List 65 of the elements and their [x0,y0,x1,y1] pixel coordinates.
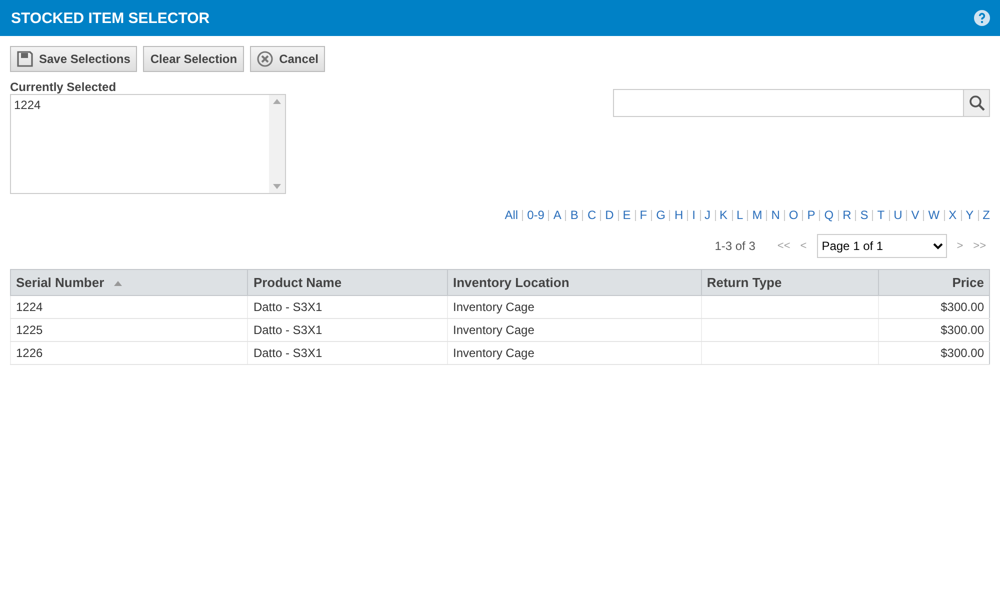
table-cell: Inventory Cage [447,342,702,364]
selected-items-box[interactable]: 1224 [10,94,286,194]
table-cell: 1226 [10,342,248,364]
letter-filter-link[interactable]: P [807,208,816,222]
letter-filter-link[interactable]: All [504,208,518,222]
record-count: 1-3 of 3 [714,239,756,253]
letter-filter-link[interactable]: J [704,208,710,222]
letter-filter-link[interactable]: R [842,208,852,222]
letter-filter-link[interactable]: Z [982,208,990,222]
table-cell: Datto - S3X1 [248,342,448,364]
table-cell: $300.00 [878,318,990,342]
first-page-link[interactable]: << [777,240,790,252]
letter-filter-link[interactable]: Y [966,208,974,222]
letter-filter-link[interactable]: M [752,208,762,222]
column-header[interactable]: Serial Number [10,270,248,296]
column-header[interactable]: Inventory Location [447,270,702,296]
scroll-down-icon[interactable] [273,184,281,189]
previous-page-link[interactable]: < [800,240,807,252]
letter-filter-link[interactable]: A [553,208,562,222]
toolbar-button[interactable]: Save Selections [10,46,138,72]
letter-filter-link[interactable]: D [605,208,614,222]
help-icon[interactable] [974,10,990,26]
page-select[interactable]: Page 1 of 1 [816,234,947,258]
letter-filter-link[interactable]: N [771,208,780,222]
letter-filter-link[interactable]: Q [824,208,834,222]
window-title: STOCKED ITEM SELECTOR [11,10,210,26]
letter-filter-link[interactable]: T [877,208,885,222]
toolbar-button[interactable]: Clear Selection [143,46,244,72]
table-cell: 1224 [10,296,248,318]
letter-filter-link[interactable]: K [720,208,728,222]
letter-filter-link[interactable]: X [948,208,957,222]
letter-filter-link[interactable]: W [928,208,940,222]
table-cell: Inventory Cage [447,318,702,342]
column-header[interactable]: Price [878,270,990,296]
last-page-link[interactable]: >> [973,240,986,252]
search-button[interactable] [963,90,989,116]
column-header[interactable]: Product Name [248,270,448,296]
scrollbar[interactable] [269,95,285,193]
letter-filter-link[interactable]: C [587,208,596,222]
table-cell: Datto - S3X1 [248,296,448,318]
next-page-link[interactable]: > [956,240,964,252]
table-cell: $300.00 [878,296,990,318]
toolbar-button[interactable]: Cancel [250,46,326,72]
table-cell: Datto - S3X1 [248,318,448,342]
letter-filter-link[interactable]: O [788,208,798,222]
letter-filter-link[interactable]: G [656,208,666,222]
letter-filter-link[interactable]: S [860,208,868,222]
letter-filter-link[interactable]: I [692,208,696,222]
table-cell: $300.00 [878,342,990,364]
letter-filter-link[interactable]: 0-9 [527,208,544,222]
letter-filter-link[interactable]: L [736,208,744,222]
letter-filter-link[interactable]: U [894,208,902,222]
letter-filter-link[interactable]: B [570,208,578,222]
column-header[interactable]: Return Type [701,270,878,296]
letter-filter-link[interactable]: F [640,208,648,222]
scroll-up-icon[interactable] [273,99,281,104]
search-icon [968,95,984,111]
field-label: Currently Selected [10,80,118,94]
search-field[interactable] [613,89,990,117]
cancel-icon [257,51,274,67]
letter-filter-link[interactable]: H [674,208,684,222]
table-cell: 1225 [10,318,248,342]
table-cell: Inventory Cage [447,296,702,318]
letter-filter-link[interactable]: V [911,208,920,222]
letter-filter-link[interactable]: E [622,208,631,222]
